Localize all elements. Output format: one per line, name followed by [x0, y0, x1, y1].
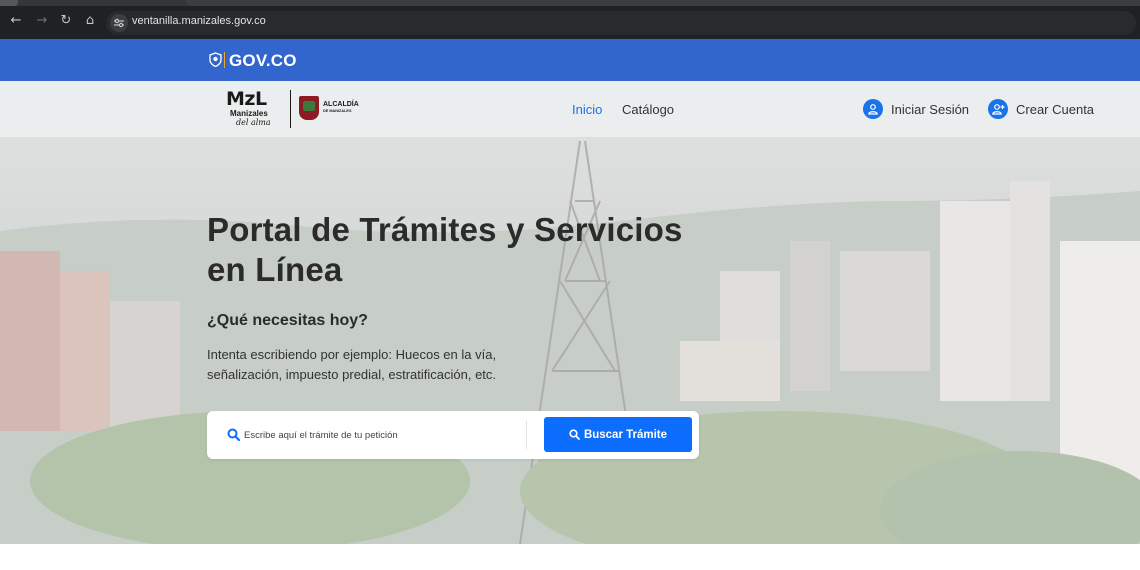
- search-button-icon: [569, 429, 580, 440]
- user-add-icon: [988, 99, 1008, 119]
- hero-background: [0, 81, 1140, 544]
- browser-tabstrip: [0, 0, 1140, 6]
- nav-catalogo[interactable]: Catálogo: [622, 102, 674, 117]
- browser-tab[interactable]: [0, 0, 18, 6]
- url-text[interactable]: ventanilla.manizales.gov.co: [132, 15, 266, 27]
- login-link[interactable]: Iniciar Sesión: [863, 98, 969, 120]
- search-divider: [526, 421, 527, 449]
- hero-hint: Intenta escribiendo por ejemplo: Huecos …: [207, 347, 497, 382]
- search-input[interactable]: [244, 424, 514, 446]
- mzl-logo-tagline: del alma: [236, 118, 271, 127]
- back-icon[interactable]: ←: [8, 13, 24, 29]
- gov-shield-icon: [209, 52, 222, 67]
- browser-tab-active[interactable]: [186, 0, 1140, 6]
- gov-co-bar: [0, 39, 1140, 81]
- hero-overlay: [0, 81, 1140, 544]
- page-title: Portal de Trámites y Servicios en Línea: [207, 211, 683, 288]
- search-icon: [227, 428, 240, 441]
- mzl-logo-text: MzL: [226, 88, 267, 110]
- login-label: Iniciar Sesión: [891, 101, 970, 117]
- gov-separator: [224, 52, 225, 68]
- register-label: Crear Cuenta: [1016, 101, 1095, 117]
- alcaldia-shield-icon: [299, 96, 319, 120]
- nav-inicio[interactable]: Inicio: [572, 102, 602, 117]
- gov-co-logo-text[interactable]: GOV.CO: [229, 51, 297, 71]
- logo-separator: [290, 90, 291, 128]
- search-button-label: Buscar Trámite: [583, 428, 668, 441]
- user-icon: [863, 99, 883, 119]
- reload-icon[interactable]: ↻: [58, 13, 74, 29]
- mzl-logo-sub: Manizales: [230, 109, 268, 118]
- home-icon[interactable]: ⌂: [82, 13, 98, 29]
- site-logo[interactable]: MzL Manizales del alma ALCALDÍA DE MANIZ…: [226, 88, 366, 132]
- forward-icon[interactable]: →: [34, 13, 50, 29]
- hero-subtitle: ¿Qué necesitas hoy?: [207, 312, 368, 329]
- alcaldia-logo-text: ALCALDÍA DE MANIZALES: [323, 101, 359, 113]
- page-below-hero: [0, 544, 1140, 570]
- search-button[interactable]: Buscar Trámite: [544, 417, 692, 452]
- site-info-icon[interactable]: [110, 14, 128, 32]
- register-link[interactable]: Crear Cuenta: [988, 98, 1094, 120]
